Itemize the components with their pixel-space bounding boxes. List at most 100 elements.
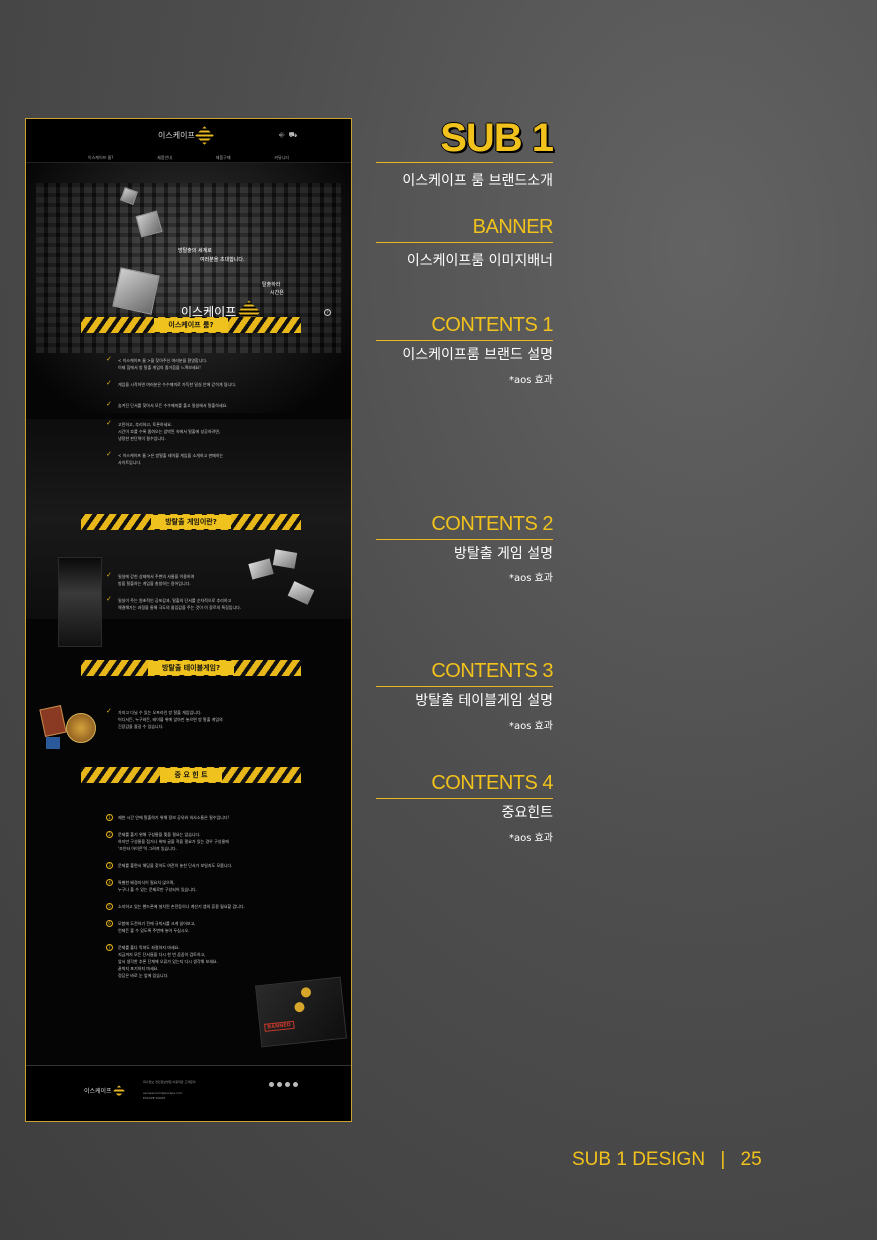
hint-line: 하지만 구성물을 접거나 위에 글을 적을 필요가 있는 경우 구성물에 — [118, 839, 229, 844]
dark-door-illustration — [58, 557, 102, 647]
annotation-heading: BANNER — [472, 216, 554, 238]
hero-subline: 탈출하라 시간은 — [262, 281, 284, 297]
list-item: ✓ 밀실에 갇힌 상태에서 주변의 사물을 이용하여 방을 탈출하는 게임을 총… — [106, 572, 241, 587]
footer-logo[interactable]: 이스케이프 — [84, 1084, 125, 1097]
list-line: 긴장감을 즐길 수 있습니다. — [118, 724, 164, 729]
annotation-heading: CONTENTS 2 — [431, 513, 553, 535]
hero-line: 여러분을 초대합니다. — [200, 257, 245, 263]
footer-links[interactable]: 회사정보 개인정보방침 이용약관 고객문의 — [143, 1080, 196, 1085]
social-icon[interactable] — [277, 1082, 282, 1087]
list-item: ✓ 숨겨진 단서를 찾아서 모든 수수께끼를 풀고 밀실에서 탈출하세요. — [106, 400, 236, 409]
hint-number-7-icon: 7 — [106, 944, 113, 951]
hint-line: 문제를 풀다 막혀도 좌절하지 마세요. — [118, 945, 180, 950]
social-icon[interactable] — [285, 1082, 290, 1087]
secret-envelope-illustration: BANNED — [254, 976, 348, 1048]
check-icon: ✓ — [106, 355, 112, 363]
annotation-description: 방탈출 테이블게임 설명 — [415, 693, 553, 709]
section-2-title: 방탈출 게임이란? — [151, 515, 231, 529]
annotation-heading: CONTENTS 4 — [431, 772, 553, 794]
list-line: 시간이 흐를 수록 좁혀오는 압박된 속에서 탈출에 성공하려면, — [118, 429, 221, 434]
page-footer: SUB 1 DESIGN | 25 — [572, 1149, 762, 1171]
board-game-illustration — [39, 703, 100, 755]
help-icon[interactable]: ? — [324, 309, 331, 316]
social-icon[interactable] — [269, 1082, 274, 1087]
banned-stamp: BANNED — [264, 1020, 295, 1032]
section-1-title-bar: 이스케이프 룸? — [81, 317, 301, 333]
hint-line: 끝까지 포기하지 마세요. — [118, 966, 159, 971]
list-line: 해결해가는 과정을 통해 극도의 몰입감을 주는 것이 이 장르의 특징입니다. — [118, 605, 242, 610]
hint-number-2-icon: 2 — [106, 831, 113, 838]
list-item: ✓ 밀실이 주는 원초적인 공포감과, 탈출의 단서를 순차적으로 추리하고 해… — [106, 595, 242, 611]
hero-headline: 방탈출의 세계로 여러분을 초대합니다. — [178, 247, 245, 265]
list-item: ✓ < 이스케이프 룸 >은 방탈출 테이블 게임을 소개하고 판매하는 사이트… — [106, 450, 236, 466]
section-3-list: ✓ 가지고 다닐 수 있는 오프라인 방 탈출 게임입니다. 어디서든, 누구와… — [106, 707, 223, 730]
cart-icon[interactable]: ⛟ — [289, 131, 302, 139]
check-icon: ✓ — [106, 595, 112, 603]
logo-mark-icon — [195, 126, 214, 145]
nav-item-community[interactable]: 커뮤니티 — [274, 155, 289, 161]
footer-info: 회사정보 개인정보방침 이용약관 고객문의 escaperoom@escape.… — [143, 1080, 196, 1101]
hint-line: 문제를 풀기 위해 구성물을 찢을 필요는 없습니다. — [118, 832, 201, 837]
section-2-title-bar: 방탈출 게임이란? — [81, 514, 301, 530]
section-4-title: 중 요 힌 트 — [160, 768, 222, 782]
section-3-title-bar: 방탈출 테이블게임? — [81, 660, 301, 676]
hint-item: 2 문제를 풀기 위해 구성물을 찢을 필요는 없습니다. 하지만 구성물을 접… — [106, 831, 306, 852]
hint-line: 언제든 볼 수 있도록 주변에 놓아 두십시오. — [118, 928, 190, 933]
footer-label: SUB 1 DESIGN — [572, 1149, 706, 1170]
annotation-note: *aos 효과 — [508, 573, 553, 584]
list-line: 숨겨진 단서를 찾아서 모든 수수께끼를 풀고 밀실에서 탈출하세요. — [118, 403, 228, 408]
list-line: 게임을 시작하면 여러분은 수수께끼로 가득한 밀실 안에 갇히게 됩니다. — [118, 382, 237, 387]
sub-description: 이스케이프 룸 브랜드소개 — [402, 173, 553, 189]
hint-item: 7 문제를 풀다 막혀도 좌절하지 마세요. 지금까지 모든 단서들을 다시 한… — [106, 944, 306, 979]
divider — [376, 242, 553, 243]
hint-list: 1 제한 시간 안에 탈출하기 위해 정보 공유와 의사소통은 필수입니다! 2… — [106, 814, 306, 979]
annotation-description: 이스케이프룸 브랜드 설명 — [402, 347, 553, 363]
list-line: 가지고 다닐 수 있는 오프라인 방 탈출 게임입니다. — [118, 710, 202, 715]
social-icon[interactable] — [293, 1082, 298, 1087]
list-line: 밀실이 주는 원초적인 공포감과, 탈출의 단서를 순차적으로 추리하고 — [118, 598, 232, 603]
hint-line: 앞서 생각한 추론 단계에 오류가 있는지 다시 생각해 보세요. — [118, 959, 218, 964]
check-icon: ✓ — [106, 400, 112, 408]
login-icon[interactable]: ⎆ — [279, 131, 289, 139]
hero-line: 방탈출의 세계로 — [178, 248, 212, 254]
hint-item: 5 소지하고 있는 핸드폰에 설치된 손전등이나 계산기 앱의 휴용 될요할 겁… — [106, 903, 306, 910]
logo-mark-icon — [112, 1084, 125, 1097]
list-line: 냉정한 판단력이 필수입니다. — [118, 436, 166, 441]
annotation-heading: CONTENTS 1 — [431, 314, 553, 336]
divider — [376, 686, 553, 687]
hint-number-5-icon: 5 — [106, 903, 113, 910]
hint-item: 1 제한 시간 안에 탈출하기 위해 정보 공유와 의사소통은 필수입니다! — [106, 814, 306, 821]
nav-item-purchase[interactable]: 제품구매 — [216, 155, 231, 161]
hint-line: '조인터 아이콘'이 그려져 있습니다. — [118, 846, 177, 851]
hint-item: 4 특별한 배경지식이 필요치 않으며, 누구나 풀 수 있는 문제로만 구성되… — [106, 879, 306, 893]
lock-chain-illustration — [246, 547, 316, 609]
annotation-note: *aos 효과 — [508, 833, 553, 844]
list-line: 어디서든, 누구와든, 테이블 위에 앉아만 놓으면 방 탈출 게임의 — [118, 717, 223, 722]
section-1-title: 이스케이프 룸? — [154, 318, 228, 332]
divider — [376, 539, 553, 540]
annotation-note: *aos 효과 — [508, 721, 553, 732]
hint-number-3-icon: 3 — [106, 862, 113, 869]
divider — [376, 340, 553, 341]
check-icon: ✓ — [106, 707, 112, 715]
mockup-footer: 이스케이프 회사정보 개인정보방침 이용약관 고객문의 escaperoom@e… — [26, 1065, 351, 1121]
hint-line: 제한 시간 안에 탈출하기 위해 정보 공유와 의사소통은 필수입니다! — [118, 815, 230, 820]
mockup-logo-text: 이스케이프 — [158, 131, 195, 140]
footer-copy: ESCAPE ROOM — [143, 1096, 166, 1100]
hint-item: 6 모험에 도전하기 전에 규칙서를 크게 읽어보고, 언제든 볼 수 있도록 … — [106, 920, 306, 934]
nav-item-products[interactable]: 제품안내 — [157, 155, 172, 161]
hint-line: 소지하고 있는 핸드폰에 설치된 손전등이나 계산기 앱의 휴용 될요할 겁니다… — [118, 904, 245, 909]
check-icon: ✓ — [106, 450, 112, 458]
footer-social-icons — [269, 1082, 298, 1087]
mockup-nav: 이스케이프 룸? 제품안내 제품구매 커뮤니티 — [26, 155, 351, 161]
hint-line: 정답은 바로 눈 앞에 있습니다. — [118, 973, 169, 978]
mockup-header: 이스케이프 ⎆⛟ 이스케이프 룸? 제품안내 제품구매 커뮤니티 — [26, 119, 351, 163]
list-line: < 이스케이프 룸 >을 찾아주신 여러분을 환영합니다. — [118, 358, 208, 363]
hint-line: 특별한 배경지식이 필요치 않으며, — [118, 880, 175, 885]
mockup-header-icons: ⎆⛟ — [279, 131, 301, 140]
nav-item-escape-room[interactable]: 이스케이프 룸? — [88, 155, 113, 161]
footer-separator: | — [720, 1149, 726, 1170]
section-2-list: ✓ 밀실에 갇힌 상태에서 주변의 사물을 이용하여 방을 탈출하는 게임을 총… — [106, 572, 242, 611]
list-item: ✓ 게임을 시작하면 여러분은 수수께끼로 가득한 밀실 안에 갇히게 됩니다. — [106, 380, 237, 388]
mockup-logo[interactable]: 이스케이프 — [158, 126, 214, 145]
